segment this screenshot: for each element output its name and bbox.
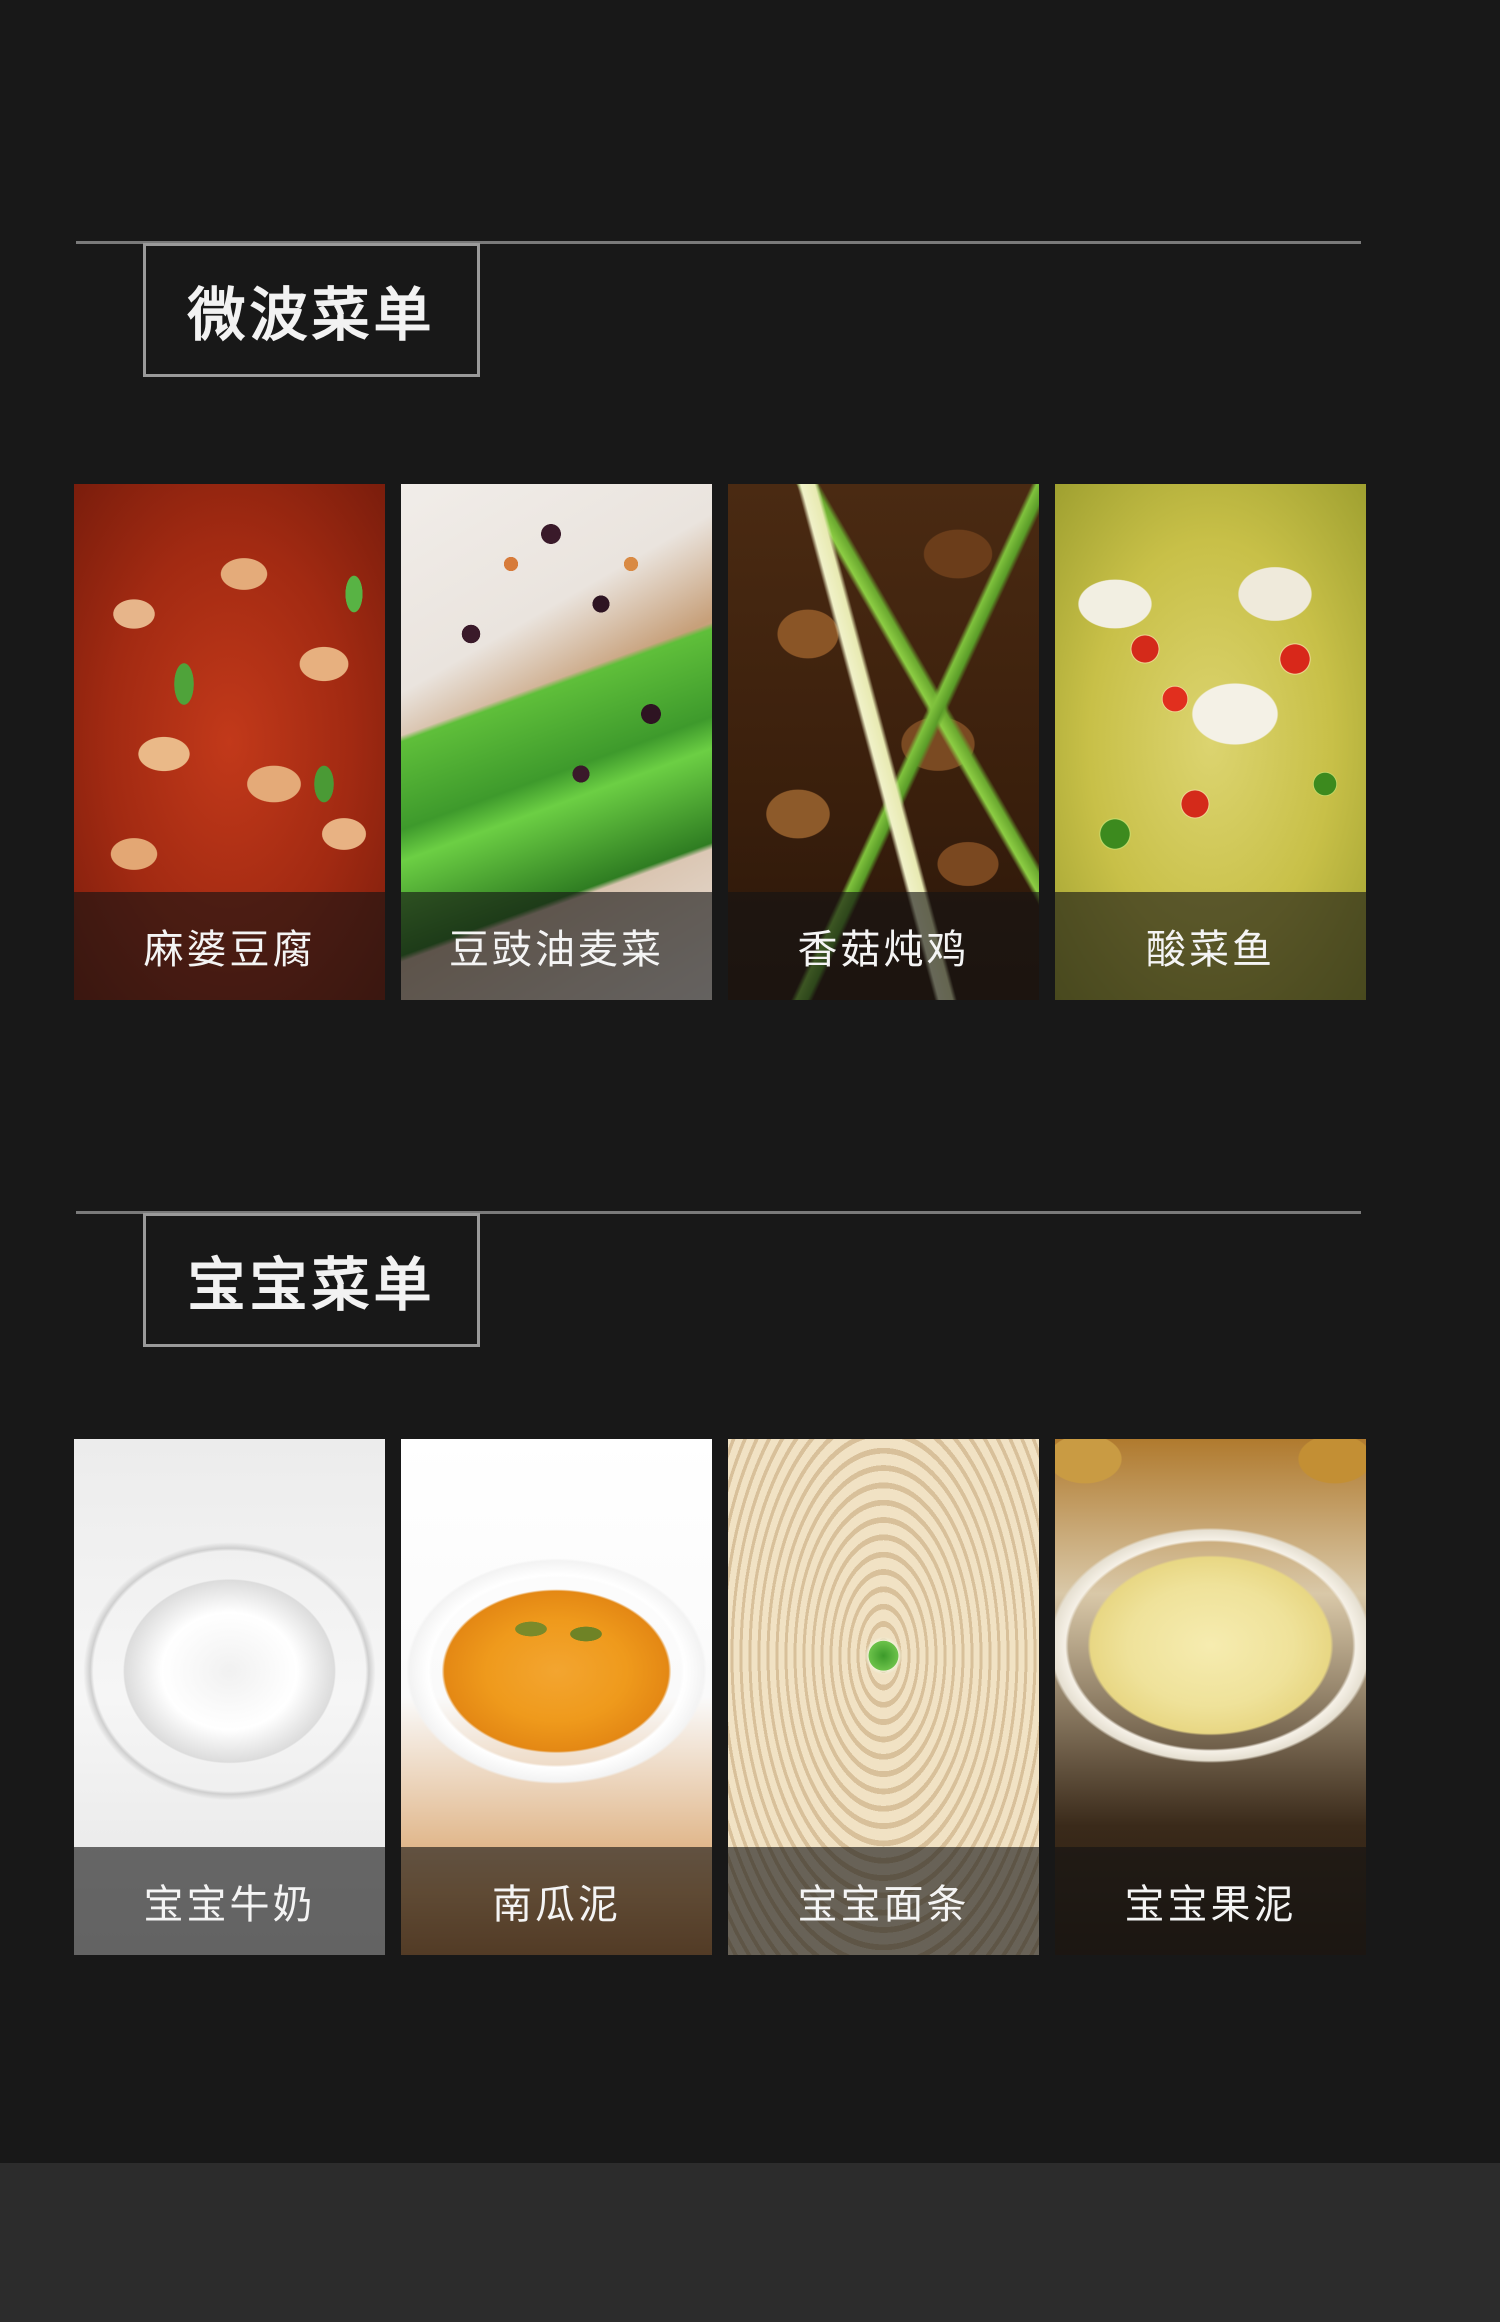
recipe-caption: 香菇炖鸡 — [728, 892, 1039, 1000]
recipe-card-pickled-fish[interactable]: 酸菜鱼 — [1055, 484, 1366, 1000]
recipe-card-mapo-tofu[interactable]: 麻婆豆腐 — [74, 484, 385, 1000]
recipe-caption: 豆豉油麦菜 — [401, 892, 712, 1000]
recipe-caption: 宝宝面条 — [728, 1847, 1039, 1955]
recipe-label: 香菇炖鸡 — [797, 927, 970, 973]
recipe-label: 南瓜泥 — [492, 1882, 621, 1928]
recipe-label: 豆豉油麦菜 — [449, 927, 664, 973]
recipe-card-baby-noodles[interactable]: 宝宝面条 — [728, 1439, 1039, 1955]
recipe-card-lettuce[interactable]: 豆豉油麦菜 — [401, 484, 712, 1000]
page: 微波菜单 麻婆豆腐 豆豉油麦菜 香菇炖鸡 酸菜鱼 宝宝菜单 宝宝牛奶 南瓜泥 宝… — [0, 0, 1500, 2322]
recipe-label: 宝宝面条 — [797, 1882, 970, 1928]
recipe-caption: 酸菜鱼 — [1055, 892, 1366, 1000]
recipe-label: 酸菜鱼 — [1146, 927, 1275, 973]
recipe-caption: 麻婆豆腐 — [74, 892, 385, 1000]
recipe-card-mushroom-chicken[interactable]: 香菇炖鸡 — [728, 484, 1039, 1000]
footer-texture-band — [0, 2163, 1500, 2322]
recipe-card-fruit-puree[interactable]: 宝宝果泥 — [1055, 1439, 1366, 1955]
recipe-caption: 宝宝果泥 — [1055, 1847, 1366, 1955]
recipe-card-baby-milk[interactable]: 宝宝牛奶 — [74, 1439, 385, 1955]
recipe-label: 宝宝牛奶 — [143, 1882, 316, 1928]
recipe-card-list: 宝宝牛奶 南瓜泥 宝宝面条 宝宝果泥 — [74, 1439, 1366, 1955]
recipe-card-list: 麻婆豆腐 豆豉油麦菜 香菇炖鸡 酸菜鱼 — [74, 484, 1366, 1000]
recipe-caption: 宝宝牛奶 — [74, 1847, 385, 1955]
recipe-caption: 南瓜泥 — [401, 1847, 712, 1955]
section-title: 微波菜单 — [187, 281, 436, 349]
section-title-box: 宝宝菜单 — [143, 1213, 480, 1347]
recipe-card-pumpkin-puree[interactable]: 南瓜泥 — [401, 1439, 712, 1955]
section-title-box: 微波菜单 — [143, 243, 480, 377]
recipe-label: 麻婆豆腐 — [143, 927, 316, 973]
section-title: 宝宝菜单 — [187, 1251, 436, 1319]
recipe-label: 宝宝果泥 — [1124, 1882, 1297, 1928]
